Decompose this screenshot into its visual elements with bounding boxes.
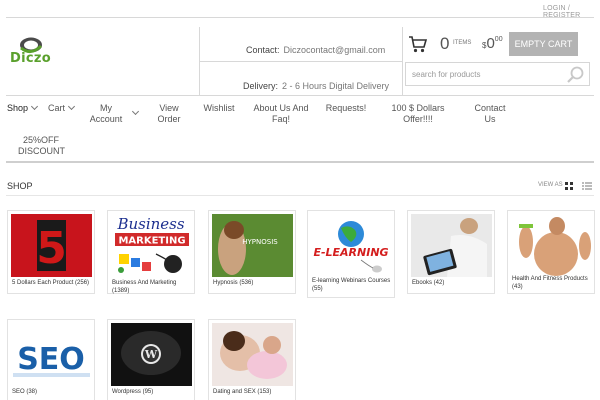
svg-text:HYPNOSIS: HYPNOSIS [242, 238, 278, 246]
product-label-business-marketing[interactable]: Business And Marketing (1389) [112, 279, 194, 295]
contact-email[interactable]: Diczocontact@gmail.com [284, 45, 386, 55]
logo-text[interactable]: Diczo [10, 51, 51, 66]
product-label-wordpress[interactable]: Wordpress (95) [112, 388, 194, 396]
chevron-down-icon [67, 102, 76, 111]
product-label-seo[interactable]: SEO (38) [12, 388, 94, 396]
nav-100-offer[interactable]: 100 $ Dollars Offer!!!! [384, 103, 452, 125]
product-image-dating[interactable] [212, 323, 293, 386]
top-divider [6, 17, 594, 18]
header-divider-2 [402, 27, 403, 95]
product-card-elearning[interactable]: E-LEARNING E-learning Webinars Courses (… [307, 210, 395, 298]
product-image-business-marketing[interactable]: Business MARKETING [111, 214, 192, 277]
nav-requests[interactable]: Requests! [322, 103, 370, 114]
product-card-health-fitness[interactable]: Health And Fitness Products (43) [507, 210, 595, 294]
nav-discount[interactable]: 25%OFF DISCOUNT [18, 135, 65, 157]
svg-text:MARKETING: MARKETING [118, 236, 185, 247]
product-card-wordpress[interactable]: W Wordpress (95) [107, 319, 195, 400]
product-label-dating[interactable]: Dating and SEX (153) [213, 388, 295, 396]
svg-text:SEO: SEO [17, 342, 85, 377]
contact-label: Contact: [246, 45, 280, 55]
contact-info: Contact: Diczocontact@gmail.com [246, 45, 385, 55]
product-label-hypnosis[interactable]: Hypnosis (536) [213, 279, 295, 287]
product-image-hypnosis[interactable]: HYPNOSIS [212, 214, 293, 277]
nav-top-divider [6, 95, 594, 96]
product-label-5-dollars[interactable]: 5 Dollars Each Product (256) [12, 279, 94, 287]
svg-text:Business: Business [116, 215, 184, 233]
cart-total-cents: 00 [494, 36, 503, 43]
product-image-5-dollars[interactable]: 5 [11, 214, 92, 277]
search-icon[interactable] [566, 65, 586, 85]
product-image-ebooks[interactable] [411, 214, 492, 277]
product-card-ebooks[interactable]: Ebooks (42) [407, 210, 495, 294]
list-view-icon[interactable] [582, 182, 592, 190]
delivery-info: Delivery: 2 - 6 Hours Digital Delivery [243, 81, 389, 91]
product-image-seo[interactable]: SEO [11, 323, 92, 386]
cart-icon[interactable] [408, 34, 428, 54]
product-card-dating[interactable]: Dating and SEX (153) [208, 319, 296, 400]
cart-items-label: ITEMS [453, 40, 472, 46]
cart-total: $000 [482, 35, 503, 52]
product-image-wordpress[interactable]: W [111, 323, 192, 386]
product-label-health-fitness[interactable]: Health And Fitness Products (43) [512, 275, 594, 291]
view-as-label: VIEW AS [538, 182, 563, 188]
chevron-down-icon [131, 107, 140, 116]
product-label-ebooks[interactable]: Ebooks (42) [412, 279, 494, 287]
product-card-seo[interactable]: SEO SEO (38) [7, 319, 95, 400]
product-card-5-dollars[interactable]: 5 5 Dollars Each Product (256) [7, 210, 95, 294]
header-divider-h [199, 61, 402, 62]
product-card-business-marketing[interactable]: Business MARKETING Business And Marketin… [107, 210, 195, 294]
chevron-down-icon [30, 102, 39, 111]
delivery-label: Delivery: [243, 81, 279, 91]
svg-text:W: W [144, 348, 158, 361]
nav-shop[interactable]: Shop [7, 102, 39, 114]
search-input[interactable] [412, 67, 562, 82]
nav-wishlist[interactable]: Wishlist [197, 103, 241, 114]
nav-cart[interactable]: Cart [48, 102, 76, 114]
empty-cart-button[interactable]: EMPTY CART [509, 32, 578, 56]
delivery-value: 2 - 6 Hours Digital Delivery [282, 81, 390, 91]
svg-text:5: 5 [36, 223, 67, 274]
product-card-hypnosis[interactable]: HYPNOSIS Hypnosis (536) [208, 210, 296, 294]
nav-shop-label: Shop [7, 103, 29, 113]
nav-bottom-divider [6, 161, 594, 163]
shop-divider [6, 195, 594, 196]
product-image-elearning[interactable]: E-LEARNING [311, 214, 392, 277]
search-box[interactable] [405, 62, 590, 86]
shop-title: SHOP [7, 181, 33, 191]
cart-count: 0 [440, 34, 450, 53]
svg-text:E-LEARNING: E-LEARNING [313, 246, 388, 259]
nav-view-order[interactable]: View Order [152, 103, 186, 125]
product-label-elearning[interactable]: E-learning Webinars Courses (55) [312, 277, 394, 293]
cart-total-main: 0 [486, 35, 495, 52]
product-image-health-fitness[interactable] [511, 214, 592, 277]
nav-contact-us[interactable]: Contact Us [470, 103, 510, 125]
nav-my-account[interactable]: My Account [88, 103, 124, 125]
nav-cart-label: Cart [48, 103, 66, 113]
grid-view-icon[interactable] [565, 182, 573, 190]
nav-about-faq[interactable]: About Us And Faq! [252, 103, 310, 125]
